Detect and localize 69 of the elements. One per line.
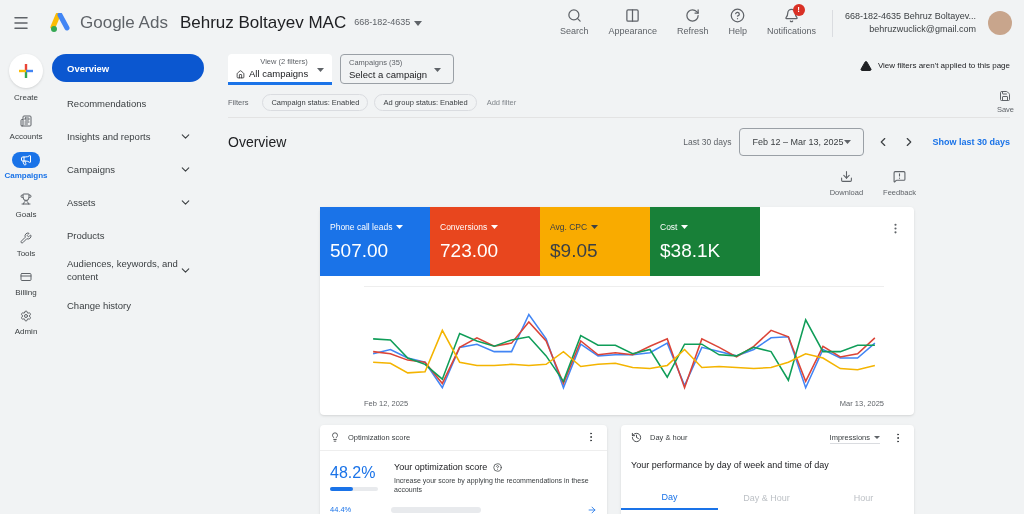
refresh-icon <box>685 7 701 23</box>
nav-item[interactable]: Change history <box>52 290 204 320</box>
email-text: behruzwuclick@gmail.com <box>869 23 976 36</box>
page-title: Overview <box>228 132 287 152</box>
rail-item[interactable]: Goals <box>12 191 40 221</box>
caret-icon <box>434 68 441 72</box>
appearance-icon <box>625 7 641 23</box>
billing-icon <box>20 271 32 283</box>
notifications-icon <box>784 7 800 23</box>
warning-text: View filters aren't applied to this page <box>877 60 1010 72</box>
caret-icon <box>317 68 324 72</box>
warning-icon <box>859 60 872 72</box>
tab[interactable]: Day <box>621 486 718 511</box>
rail-item[interactable]: Accounts <box>9 113 43 143</box>
save-icon <box>999 90 1012 102</box>
home-icon <box>236 69 245 79</box>
rail-item[interactable]: Billing <box>12 269 40 299</box>
rail-item[interactable]: Admin <box>12 308 40 338</box>
range-label: Last 30 days <box>683 135 732 149</box>
search-icon <box>566 7 582 23</box>
accounts-icon <box>20 115 32 127</box>
metric-tile[interactable]: Phone call leads 507.00 <box>320 206 430 276</box>
rail-item[interactable]: Campaigns <box>4 152 48 182</box>
caret-icon <box>874 435 880 439</box>
nav-item[interactable]: Products <box>52 220 204 250</box>
arrow-right-icon[interactable] <box>587 504 597 514</box>
menu-icon[interactable] <box>12 14 30 32</box>
rail-item[interactable]: Tools <box>12 230 40 260</box>
app-name: Google Ads <box>80 12 168 35</box>
download-icon <box>839 170 853 184</box>
refresh-button[interactable]: Refresh <box>673 7 713 39</box>
campaigns-icon <box>20 154 32 166</box>
account-id-text: 668-182-4635 Behruz Boltayev... <box>845 9 976 23</box>
clock-icon <box>631 432 642 444</box>
account-selector[interactable]: Behruz Boltayev MAC 668-182-4635 <box>179 10 423 36</box>
help-icon[interactable] <box>493 463 503 472</box>
lightbulb-icon <box>330 432 340 443</box>
metric-tile[interactable]: Avg. CPC $9.05 <box>540 206 650 276</box>
help-button[interactable]: Help <box>724 7 752 39</box>
show-last-link[interactable]: Show last 30 days <box>932 135 1010 149</box>
notification-badge: ! <box>792 3 805 16</box>
nav-item[interactable]: Insights and reports <box>52 121 204 151</box>
card-heading: Your optimization score <box>394 460 488 474</box>
caret-icon <box>591 224 599 229</box>
nav-item[interactable]: Audiences, keywords, and content <box>52 253 204 287</box>
caret-icon <box>396 224 404 229</box>
nav-item[interactable]: Campaigns <box>52 154 204 184</box>
help-icon <box>730 7 746 23</box>
goals-icon <box>20 193 32 205</box>
search-button[interactable]: Search <box>555 7 593 39</box>
caret-icon <box>844 140 852 145</box>
nav-item[interactable]: Recommendations <box>52 88 204 118</box>
nav-item[interactable]: Assets <box>52 187 204 217</box>
tools-icon <box>20 232 32 244</box>
score-value: 48.2% <box>330 462 377 483</box>
feedback-icon <box>893 170 907 184</box>
date-range-selector[interactable]: Feb 12 – Mar 13, 2025 <box>739 128 865 157</box>
metric-tile[interactable]: Conversions 723.00 <box>430 206 540 276</box>
admin-icon <box>20 310 32 322</box>
metric-tile[interactable]: Cost $38.1K <box>650 206 760 276</box>
logo-icon <box>50 13 72 33</box>
plus-icon <box>9 54 43 88</box>
caret-icon <box>491 224 499 229</box>
card-heading: Your performance by day of week and time of day <box>630 458 830 472</box>
caret-icon <box>414 20 423 26</box>
nav-item[interactable]: Overview <box>52 54 204 82</box>
caret-icon <box>681 224 689 229</box>
create-button[interactable]: Create <box>9 54 43 104</box>
appearance-button[interactable]: Appearance <box>604 7 661 39</box>
